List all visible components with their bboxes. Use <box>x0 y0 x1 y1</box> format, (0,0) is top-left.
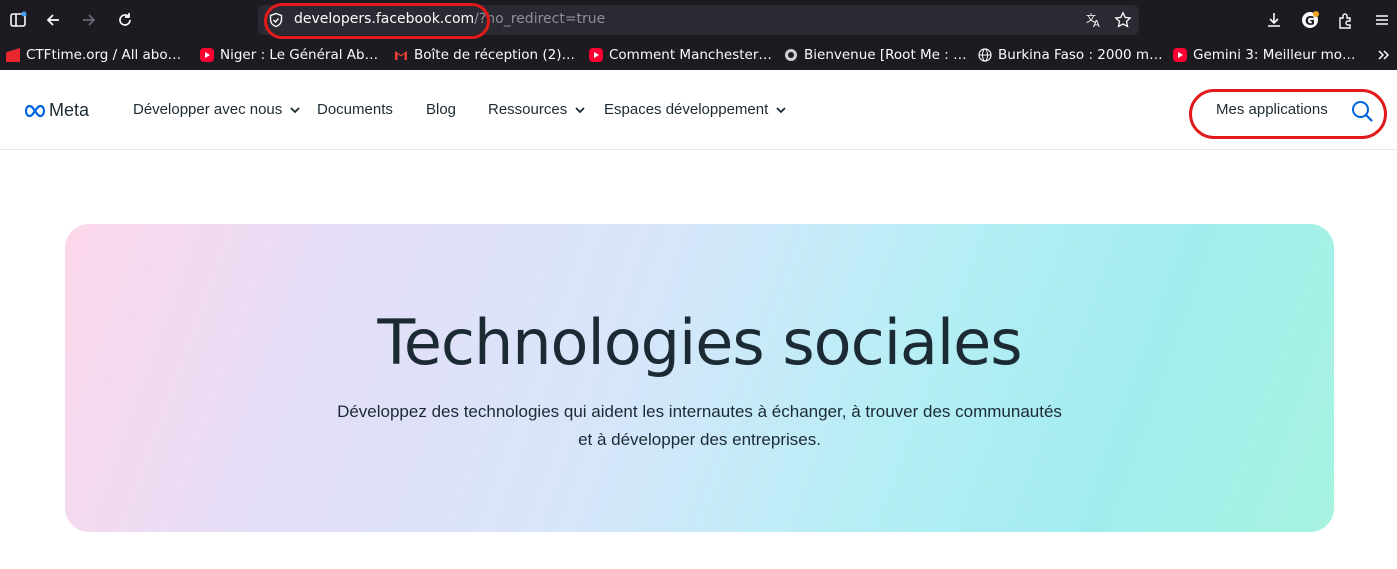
nav-item-developer[interactable]: Développer avec nous <box>133 101 300 118</box>
nav-item-label: Espaces développement <box>604 101 769 118</box>
chevron-down-icon <box>776 107 786 113</box>
nav-item-label: Ressources <box>488 101 568 118</box>
annotation-circle-my-apps <box>1189 89 1387 139</box>
translate-icon[interactable]: 文A <box>1085 11 1103 33</box>
nav-item-label: Blog <box>426 101 457 118</box>
nav-item-label: Développer avec nous <box>133 101 283 118</box>
rootme-icon <box>784 48 798 62</box>
bookmark-item[interactable]: Comment Manchester… <box>589 46 772 64</box>
meta-infinity-icon <box>24 104 46 117</box>
bookmark-label: Burkina Faso : 2000 m… <box>998 47 1163 63</box>
ctftime-icon <box>6 48 20 62</box>
bookmark-star-icon[interactable] <box>1114 11 1132 33</box>
url-path: /?no_redirect=true <box>474 11 606 27</box>
bookmark-item[interactable]: Boîte de réception (2)… <box>394 46 575 64</box>
hero-title: Technologies sociales <box>377 306 1022 379</box>
gmail-icon <box>394 48 408 62</box>
sidebar-toggle-icon[interactable] <box>6 8 30 32</box>
svg-text:A: A <box>1093 19 1100 29</box>
youtube-icon <box>589 48 603 62</box>
bookmark-item[interactable]: Gemini 3: Meilleur mo… <box>1173 46 1356 64</box>
bookmark-item[interactable]: Niger : Le Général Ab… <box>200 46 378 64</box>
bookmark-label: Comment Manchester… <box>609 47 772 63</box>
site-header: Meta Développer avec nous Documents Blog… <box>0 70 1397 150</box>
downloads-icon[interactable] <box>1262 8 1286 32</box>
extensions-icon[interactable] <box>1334 8 1358 32</box>
hero-banner: Technologies sociales Développez des tec… <box>65 224 1334 532</box>
nav-item-label: Documents <box>317 101 393 118</box>
nav-item-docs[interactable]: Documents <box>317 101 393 118</box>
bookmark-item[interactable]: Burkina Faso : 2000 m… <box>978 46 1163 64</box>
browser-toolbar: developers.facebook.com/?no_redirect=tru… <box>0 0 1397 40</box>
nav-item-resources[interactable]: Ressources <box>488 101 585 118</box>
reload-icon[interactable] <box>113 8 137 32</box>
bookmarks-bar: CTFtime.org / All abo… Niger : Le Généra… <box>0 40 1397 70</box>
youtube-icon <box>1173 48 1187 62</box>
youtube-icon <box>200 48 214 62</box>
account-icon[interactable]: G <box>1298 8 1322 32</box>
logo-text: Meta <box>49 100 90 120</box>
menu-icon[interactable] <box>1370 8 1394 32</box>
chevron-down-icon <box>575 107 585 113</box>
back-icon[interactable] <box>41 8 65 32</box>
bookmark-label: Boîte de réception (2)… <box>414 47 575 63</box>
bookmark-label: CTFtime.org / All abo… <box>26 47 182 63</box>
bookmark-item[interactable]: CTFtime.org / All abo… <box>6 46 181 64</box>
bookmark-label: Bienvenue [Root Me : … <box>804 47 967 63</box>
bookmark-label: Niger : Le Général Ab… <box>220 47 379 63</box>
globe-icon <box>978 48 992 62</box>
bookmark-label: Gemini 3: Meilleur mo… <box>1193 47 1356 63</box>
nav-item-dev-spaces[interactable]: Espaces développement <box>604 101 786 118</box>
chevron-down-icon <box>290 107 300 113</box>
bookmark-item[interactable]: Bienvenue [Root Me : … <box>784 46 967 64</box>
hero-subtitle: Développez des technologies qui aident l… <box>337 402 1062 449</box>
bookmarks-overflow-icon[interactable] <box>1376 46 1390 64</box>
annotation-circle-url <box>264 3 490 39</box>
nav-item-blog[interactable]: Blog <box>426 101 456 118</box>
forward-icon[interactable] <box>77 8 101 32</box>
meta-logo[interactable]: Meta <box>24 100 89 121</box>
svg-text:G: G <box>1305 14 1315 28</box>
